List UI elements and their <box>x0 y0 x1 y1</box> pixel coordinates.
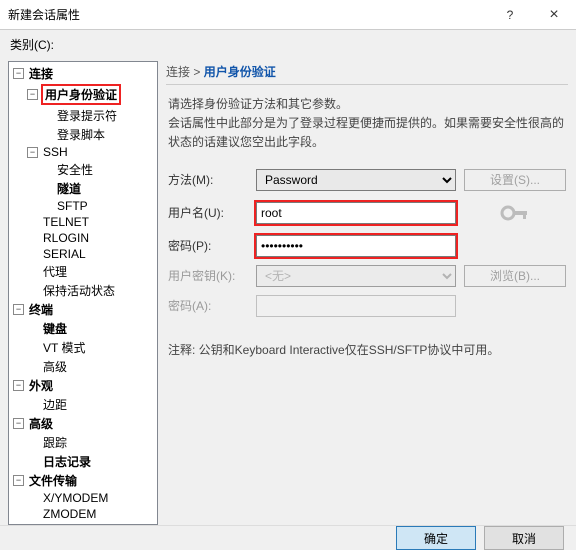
category-label: 类别(C): <box>0 30 576 55</box>
window-title: 新建会话属性 <box>8 6 488 23</box>
cancel-button[interactable]: 取消 <box>484 526 564 550</box>
ok-button[interactable]: 确定 <box>396 526 476 550</box>
dialog-footer: 确定 取消 <box>0 525 576 550</box>
browse-button: 浏览(B)... <box>464 265 566 287</box>
password-label: 密码(P): <box>168 237 248 254</box>
tree-node-ssh[interactable]: −SSH <box>25 144 157 160</box>
tree-node-login-script[interactable]: 登录脚本 <box>39 125 157 144</box>
breadcrumb-root: 连接 <box>166 65 190 79</box>
tree-node-security[interactable]: 安全性 <box>39 160 157 179</box>
tree-node-appearance[interactable]: −外观 <box>11 376 157 395</box>
tree-node-telnet[interactable]: TELNET <box>25 214 157 230</box>
tree-node-zmodem[interactable]: ZMODEM <box>25 506 157 522</box>
username-label: 用户名(U): <box>168 204 248 221</box>
tree-node-connect[interactable]: −连接 <box>11 64 157 83</box>
password-input[interactable] <box>256 235 456 257</box>
tree-node-sftp[interactable]: SFTP <box>39 198 157 214</box>
collapse-icon[interactable]: − <box>13 304 24 315</box>
tree-node-tunnel[interactable]: 隧道 <box>39 179 157 198</box>
tree-node-vt[interactable]: VT 模式 <box>25 338 157 357</box>
tree-node-keyboard[interactable]: 键盘 <box>25 319 157 338</box>
collapse-icon[interactable]: − <box>13 418 24 429</box>
collapse-icon[interactable]: − <box>13 475 24 486</box>
tree-node-margin[interactable]: 边距 <box>25 395 157 414</box>
collapse-icon[interactable]: − <box>27 147 38 158</box>
key-icon <box>499 199 531 227</box>
note-text: 注释: 公钥和Keyboard Interactive仅在SSH/SFTP协议中… <box>166 323 568 376</box>
tree-node-logging[interactable]: 日志记录 <box>25 452 157 471</box>
tree-node-filetransfer[interactable]: −文件传输 <box>11 471 157 490</box>
help-icon: ? <box>507 8 514 22</box>
passwordA-label: 密码(A): <box>168 297 248 314</box>
tree-node-keepalive[interactable]: 保持活动状态 <box>25 281 157 300</box>
description: 请选择身份验证方法和其它参数。 会话属性中此部分是为了登录过程更便捷而提供的。如… <box>166 85 568 163</box>
tree-node-serial[interactable]: SERIAL <box>25 246 157 262</box>
breadcrumb: 连接 > 用户身份验证 <box>166 63 568 85</box>
auth-form: 方法(M): Password 设置(S)... 用户名(U): 密码(P): … <box>166 163 568 323</box>
titlebar: 新建会话属性 ? × <box>0 0 576 30</box>
collapse-icon[interactable]: − <box>13 68 24 79</box>
userkey-select: <无> <box>256 265 456 287</box>
breadcrumb-current: 用户身份验证 <box>204 65 276 79</box>
main-panel: 连接 > 用户身份验证 请选择身份验证方法和其它参数。 会话属性中此部分是为了登… <box>166 61 568 525</box>
close-button[interactable]: × <box>532 0 576 30</box>
method-label: 方法(M): <box>168 171 248 188</box>
close-icon: × <box>549 6 558 24</box>
method-select[interactable]: Password <box>256 169 456 191</box>
tree-node-proxy[interactable]: 代理 <box>25 262 157 281</box>
collapse-icon[interactable]: − <box>13 380 24 391</box>
username-input[interactable] <box>256 202 456 224</box>
tree-node-user-auth[interactable]: −用户身份验证 <box>25 83 157 106</box>
tree-node-trace[interactable]: 跟踪 <box>25 433 157 452</box>
tree-node-advanced[interactable]: −高级 <box>11 414 157 433</box>
collapse-icon[interactable]: − <box>27 89 38 100</box>
setup-button[interactable]: 设置(S)... <box>464 169 566 191</box>
tree-node-login-prompt[interactable]: 登录提示符 <box>39 106 157 125</box>
category-tree[interactable]: −连接 −用户身份验证 登录提示符 登录脚本 −SSH <box>8 61 158 525</box>
passwordA-input <box>256 295 456 317</box>
help-button[interactable]: ? <box>488 0 532 30</box>
userkey-label: 用户密钥(K): <box>168 267 248 284</box>
tree-node-rlogin[interactable]: RLOGIN <box>25 230 157 246</box>
tree-node-adv-term[interactable]: 高级 <box>25 357 157 376</box>
tree-node-terminal[interactable]: −终端 <box>11 300 157 319</box>
tree-node-xymodem[interactable]: X/YMODEM <box>25 490 157 506</box>
